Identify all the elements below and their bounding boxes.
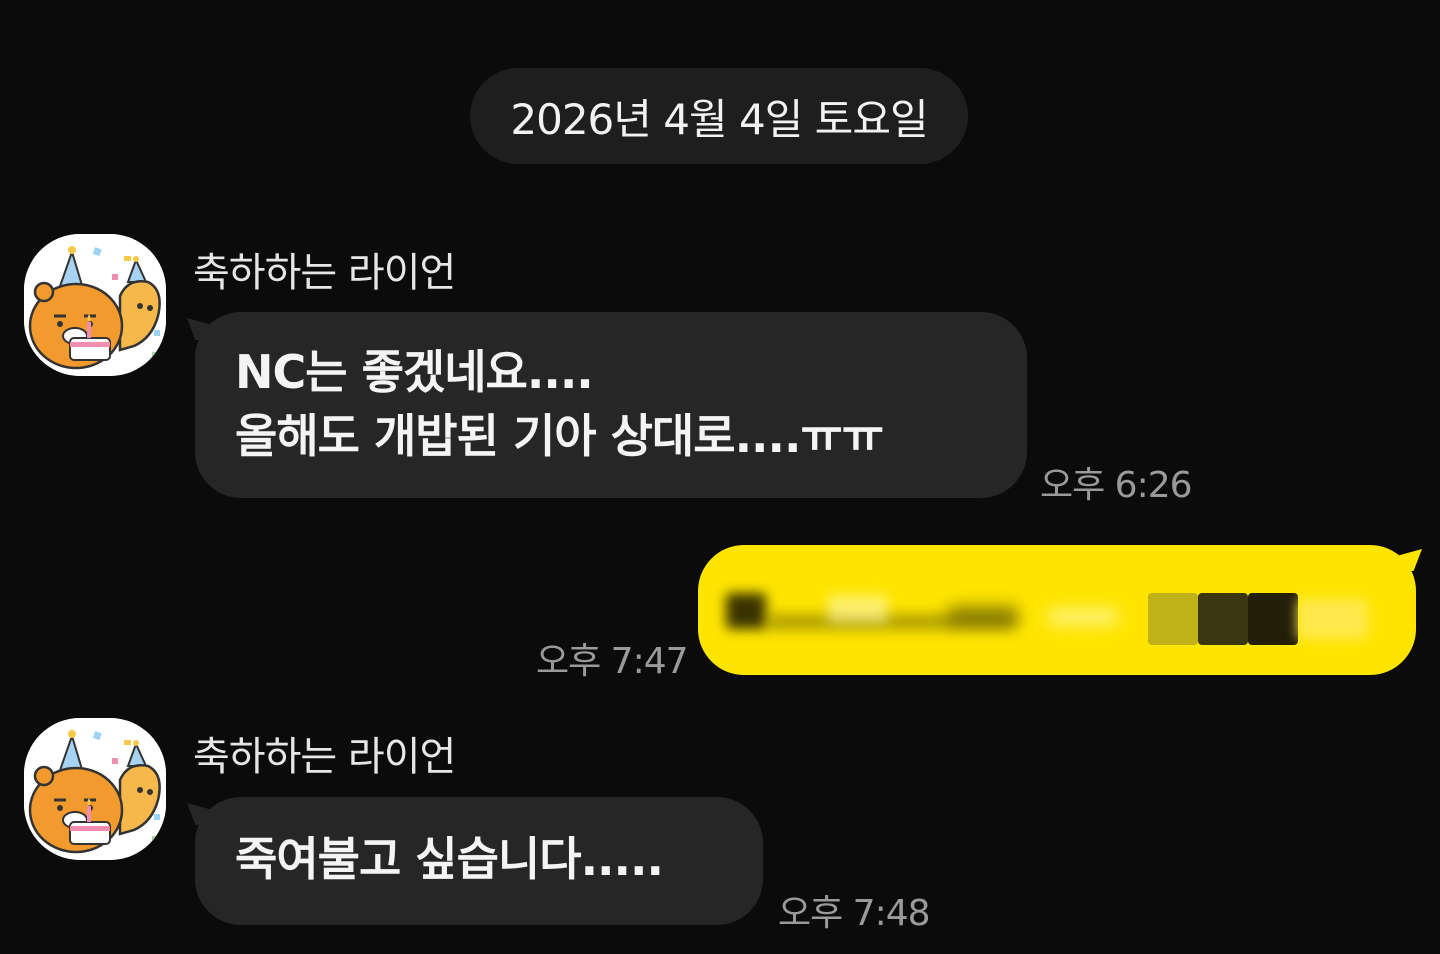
outgoing-message-bubble[interactable] [698,545,1416,675]
message-timestamp: 오후 7:48 [778,893,931,934]
message-line: 죽여불고 싶습니다..... [235,832,664,886]
message-timestamp: 오후 6:26 [1040,465,1193,506]
incoming-message-bubble[interactable]: NC는 좋겠네요.... 올해도 개밥된 기아 상대로....ㅠㅠ [195,312,1027,498]
sender-avatar[interactable] [24,718,166,860]
message-line: 올해도 개밥된 기아 상대로....ㅠㅠ [235,409,884,463]
date-divider: 2026년 4월 4일 토요일 [470,68,968,164]
chat-screen: 2026년 4월 4일 토요일 축하하는 라이언 NC는 좋겠네요.... 올해… [0,0,1440,954]
sender-name: 축하하는 라이언 [193,734,456,780]
incoming-message-bubble[interactable]: 죽여불고 싶습니다..... [195,797,763,925]
celebrating-ryan-icon [24,718,166,860]
celebrating-ryan-icon [24,234,166,376]
message-line: NC는 좋겠네요.... [235,345,594,399]
sender-name: 축하하는 라이언 [193,250,456,296]
message-timestamp: 오후 7:47 [536,641,689,682]
sender-avatar[interactable] [24,234,166,376]
redacted-message-text [718,575,1378,645]
